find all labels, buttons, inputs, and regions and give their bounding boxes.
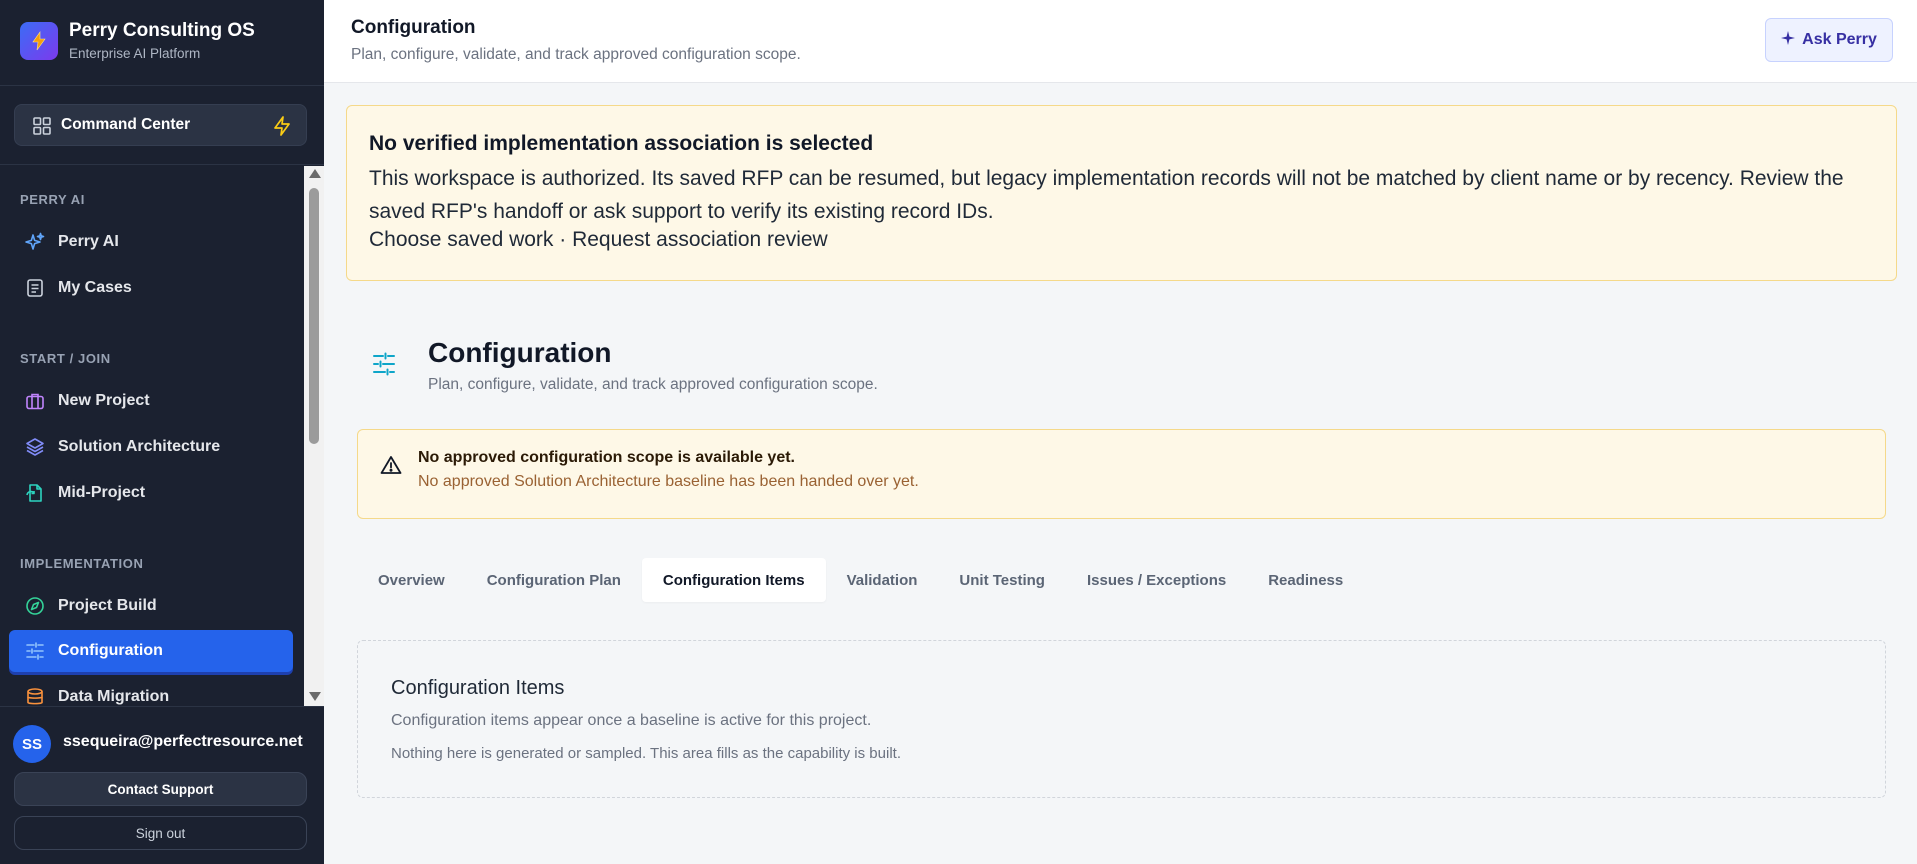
- tab-unit-testing[interactable]: Unit Testing: [938, 558, 1066, 602]
- layers-icon: [25, 437, 45, 457]
- grid-icon: [32, 116, 52, 141]
- bolt-icon: [20, 22, 58, 60]
- sidebar-item-label: New Project: [58, 392, 150, 409]
- panel-title: Configuration Items: [391, 677, 565, 699]
- avatar: SS: [13, 725, 51, 763]
- sign-out-button[interactable]: Sign out: [14, 816, 307, 850]
- sidebar-item-label: Project Build: [58, 597, 157, 614]
- page-subtitle: Plan, configure, validate, and track app…: [428, 376, 878, 393]
- page-header: Configuration Plan, configure, validate,…: [324, 0, 1917, 83]
- tab-configuration-items[interactable]: Configuration Items: [641, 558, 826, 602]
- sidebar-item-configuration[interactable]: Configuration: [9, 630, 293, 672]
- sparkle-icon: [1781, 30, 1796, 50]
- sidebar-item-my-cases[interactable]: My Cases: [9, 267, 293, 309]
- brand-subtitle: Enterprise AI Platform: [69, 46, 201, 61]
- command-center-button[interactable]: Command Center: [14, 104, 307, 146]
- sidebar-item-label: Mid-Project: [58, 484, 146, 501]
- contact-support-button[interactable]: Contact Support: [14, 772, 307, 806]
- file-sync-icon: [25, 483, 45, 503]
- command-center-label: Command Center: [61, 116, 191, 133]
- sidebar-item-project-build[interactable]: Project Build: [9, 585, 293, 627]
- configuration-items-panel: Configuration Items Configuration items …: [357, 640, 1886, 798]
- sidebar-nav: PERRY AI Perry AI My Cases START / JOIN …: [0, 166, 304, 706]
- brand-header: Perry Consulting OS Enterprise AI Platfo…: [0, 0, 324, 86]
- scope-alert-title: No approved configuration scope is avail…: [418, 449, 795, 466]
- user-email: ssequeira@perfectresource.net: [63, 733, 303, 750]
- tab-bar: Overview Configuration Plan Configuratio…: [357, 558, 1364, 602]
- document-icon: [25, 278, 45, 298]
- scroll-down-arrow-icon[interactable]: [309, 692, 321, 701]
- section-perry-ai: PERRY AI: [20, 192, 86, 207]
- header-title: Configuration: [351, 17, 476, 38]
- compass-icon: [25, 596, 45, 616]
- section-implementation: IMPLEMENTATION: [20, 556, 144, 571]
- warning-icon: [380, 455, 402, 480]
- scope-alert-text: No approved Solution Architecture baseli…: [418, 473, 919, 490]
- association-alert-title: No verified implementation association i…: [369, 132, 874, 155]
- sidebar-item-label: Perry AI: [58, 233, 119, 250]
- panel-note: Nothing here is generated or sampled. Th…: [391, 745, 901, 762]
- sidebar-item-mid-project[interactable]: Mid-Project: [9, 472, 293, 514]
- sidebar-divider: [0, 164, 324, 165]
- tab-readiness[interactable]: Readiness: [1247, 558, 1364, 602]
- sidebar: Perry Consulting OS Enterprise AI Platfo…: [0, 0, 324, 864]
- association-alert-body: This workspace is authorized. Its saved …: [369, 167, 1844, 223]
- sliders-icon: [371, 351, 397, 382]
- database-icon: [25, 687, 45, 706]
- bolt-icon: [272, 115, 292, 142]
- sidebar-item-new-project[interactable]: New Project: [9, 380, 293, 422]
- sliders-icon: [25, 641, 45, 661]
- sidebar-item-perry-ai[interactable]: Perry AI: [9, 221, 293, 263]
- sidebar-scrollbar[interactable]: [304, 166, 324, 706]
- sidebar-item-solution-architecture[interactable]: Solution Architecture: [9, 426, 293, 468]
- panel-description: Configuration items appear once a baseli…: [391, 712, 872, 729]
- brand-name: Perry Consulting OS: [69, 20, 255, 41]
- header-subtitle: Plan, configure, validate, and track app…: [351, 46, 801, 63]
- tab-configuration-plan[interactable]: Configuration Plan: [466, 558, 642, 602]
- scrollbar-thumb[interactable]: [309, 188, 319, 444]
- section-start-join: START / JOIN: [20, 351, 111, 366]
- sparkles-icon: [25, 232, 45, 252]
- scroll-up-arrow-icon[interactable]: [309, 169, 321, 178]
- tab-overview[interactable]: Overview: [357, 558, 466, 602]
- sidebar-item-label: My Cases: [58, 279, 132, 296]
- ask-perry-button[interactable]: Ask Perry: [1765, 18, 1893, 62]
- association-alert: No verified implementation association i…: [346, 105, 1897, 281]
- sidebar-item-data-migration[interactable]: Data Migration: [9, 676, 293, 706]
- association-alert-links[interactable]: Choose saved work · Request association …: [369, 228, 828, 252]
- briefcase-icon: [25, 391, 45, 411]
- sidebar-item-label: Configuration: [58, 642, 163, 659]
- ask-perry-label: Ask Perry: [1802, 31, 1877, 48]
- tab-issues-exceptions[interactable]: Issues / Exceptions: [1066, 558, 1247, 602]
- user-divider: [0, 706, 324, 707]
- sidebar-item-label: Solution Architecture: [58, 438, 221, 455]
- sidebar-item-label: Data Migration: [58, 688, 170, 705]
- scope-alert: No approved configuration scope is avail…: [357, 429, 1886, 519]
- tab-validation[interactable]: Validation: [826, 558, 939, 602]
- page-title: Configuration: [428, 337, 612, 368]
